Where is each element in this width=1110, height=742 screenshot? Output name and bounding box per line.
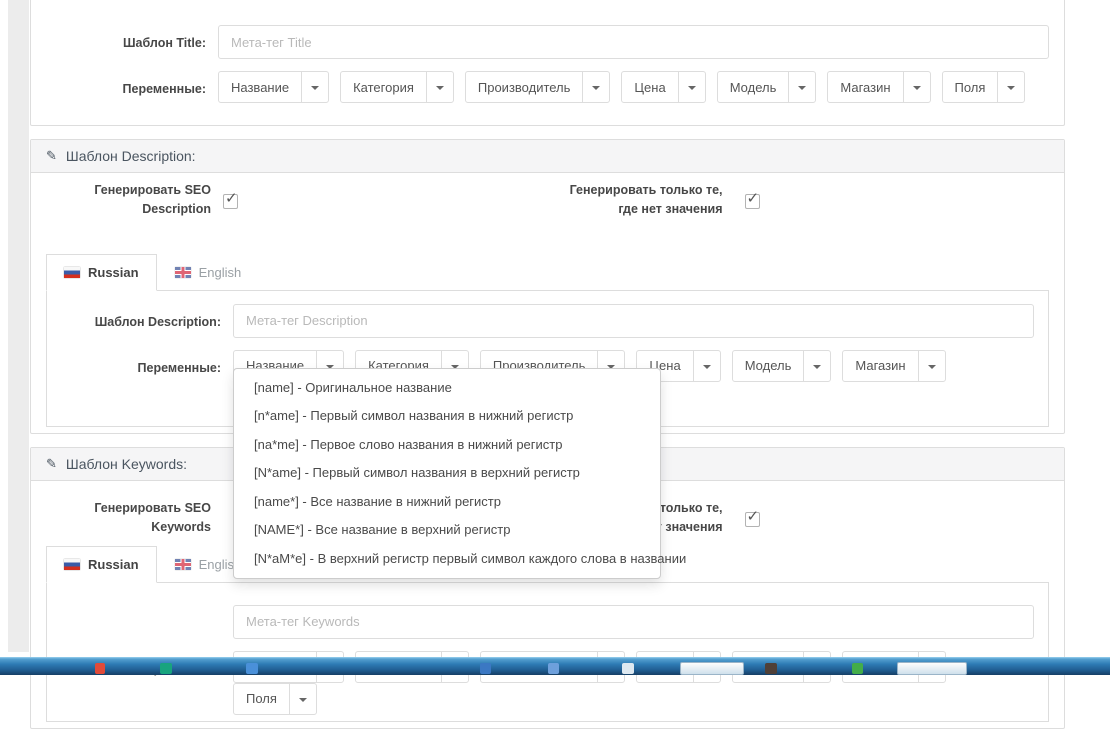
caret-down-icon [798, 86, 806, 90]
russia-flag-icon [64, 559, 80, 570]
caret-down-icon [299, 698, 307, 702]
caret-down-icon [913, 86, 921, 90]
page-left-gutter [8, 0, 29, 652]
variable-button[interactable]: Магазин [842, 350, 918, 382]
variable-button[interactable]: Категория [340, 71, 427, 103]
taskbar-icon[interactable] [765, 663, 777, 674]
dropdown-item[interactable]: [NAME*] - Все название в верхний регистр [234, 516, 660, 544]
description-variables-label: Переменные: [61, 350, 221, 414]
caret-down-icon [813, 365, 821, 369]
variable-dropdown-toggle[interactable] [693, 350, 721, 382]
variable-button[interactable]: Модель [732, 350, 805, 382]
caret-down-icon [592, 86, 600, 90]
description-template-input[interactable] [233, 304, 1034, 338]
name-variable-dropdown-menu: [name] - Оригинальное название [n*ame] -… [233, 368, 661, 579]
title-template-panel: Шаблон Title: Переменные: Название [30, 0, 1065, 126]
checkmark-icon: ✓ [225, 189, 238, 207]
tab-russian[interactable]: Russian [46, 546, 157, 583]
taskbar-icon[interactable] [622, 663, 634, 674]
variable-button-group: Магазин [842, 350, 945, 382]
checkmark-icon: ✓ [747, 189, 760, 207]
dropdown-item[interactable]: [name*] - Все название в нижний регистр [234, 488, 660, 516]
caret-down-icon [703, 365, 711, 369]
tab-english[interactable]: English [157, 254, 260, 291]
keywords-panel-title: Шаблон Keywords: [66, 456, 187, 472]
generate-only-empty-description-label: Генерировать только те, где нет значения [548, 181, 723, 220]
title-variables-row: Название Категория Производитель [218, 71, 1049, 103]
russia-flag-icon [64, 267, 80, 278]
variable-button[interactable]: Производитель [465, 71, 584, 103]
keywords-template-label-spacer [61, 605, 221, 639]
taskbar-icon[interactable] [548, 663, 559, 674]
caret-down-icon [436, 86, 444, 90]
variable-button-group: Поля [233, 683, 317, 715]
variable-button-group: Модель [717, 71, 817, 103]
dropdown-item[interactable]: [name] - Оригинальное название [234, 374, 660, 402]
variable-dropdown-toggle[interactable] [903, 71, 931, 103]
caret-down-icon [1007, 86, 1015, 90]
variable-button[interactable]: Поля [233, 683, 290, 715]
variable-dropdown-toggle[interactable] [301, 71, 329, 103]
variable-button[interactable]: Цена [621, 71, 678, 103]
caret-down-icon [688, 86, 696, 90]
keywords-tab-content: Переменные: Название Категория [46, 582, 1049, 722]
taskbar-icon[interactable] [95, 663, 105, 674]
generate-only-empty-description-checkbox[interactable]: ✓ [745, 194, 760, 209]
variable-button-group: Категория [340, 71, 454, 103]
variable-button-group: Модель [732, 350, 832, 382]
taskbar-icon[interactable] [852, 663, 863, 674]
taskbar-window-button[interactable] [897, 662, 967, 675]
variable-dropdown-toggle[interactable] [803, 350, 831, 382]
variable-button-group: Поля [942, 71, 1026, 103]
title-variables-label: Переменные: [46, 71, 206, 103]
variable-dropdown-toggle[interactable] [918, 350, 946, 382]
dropdown-item[interactable]: [N*ame] - Первый символ названия в верхн… [234, 459, 660, 487]
variable-button-group: Название [218, 71, 329, 103]
description-template-label: Шаблон Description: [61, 304, 221, 338]
uk-flag-icon [175, 559, 191, 570]
uk-flag-icon [175, 267, 191, 278]
variable-button[interactable]: Модель [717, 71, 790, 103]
variable-button-group: Цена [621, 71, 705, 103]
variable-dropdown-toggle[interactable] [289, 683, 317, 715]
tab-russian[interactable]: Russian [46, 254, 157, 291]
variable-dropdown-toggle[interactable] [426, 71, 454, 103]
taskbar-window-button[interactable] [680, 662, 744, 675]
windows-taskbar [0, 657, 1110, 675]
dropdown-item[interactable]: [na*me] - Первое слово названия в нижний… [234, 431, 660, 459]
pencil-icon: ✎ [46, 148, 57, 164]
taskbar-icon[interactable] [160, 663, 172, 674]
pencil-icon: ✎ [46, 456, 57, 472]
caret-down-icon [928, 365, 936, 369]
variable-dropdown-toggle[interactable] [997, 71, 1025, 103]
variable-button[interactable]: Название [218, 71, 302, 103]
variable-button-group: Производитель [465, 71, 611, 103]
variable-dropdown-toggle[interactable] [788, 71, 816, 103]
description-language-tabs: Russian English [46, 254, 1049, 290]
variable-button[interactable]: Поля [942, 71, 999, 103]
variable-dropdown-toggle[interactable] [582, 71, 610, 103]
checkmark-icon: ✓ [747, 507, 760, 525]
taskbar-icon[interactable] [246, 663, 258, 674]
title-template-input[interactable] [218, 25, 1049, 59]
title-template-label: Шаблон Title: [46, 25, 206, 59]
generate-only-empty-keywords-checkbox[interactable]: ✓ [745, 512, 760, 527]
variable-button-group: Магазин [827, 71, 930, 103]
dropdown-item[interactable]: [n*ame] - Первый символ названия в нижни… [234, 402, 660, 430]
generate-seo-keywords-label: Генерировать SEO Keywords [46, 499, 211, 538]
keywords-template-input[interactable] [233, 605, 1034, 639]
description-panel-heading: ✎ Шаблон Description: [31, 140, 1064, 173]
caret-down-icon [311, 86, 319, 90]
dropdown-item[interactable]: [N*aM*e] - В верхний регистр первый симв… [234, 545, 660, 573]
variable-button[interactable]: Магазин [827, 71, 903, 103]
taskbar-icon[interactable] [480, 663, 491, 674]
variable-dropdown-toggle[interactable] [678, 71, 706, 103]
generate-seo-description-label: Генерировать SEO Description [46, 181, 211, 220]
description-panel-title: Шаблон Description: [66, 148, 196, 164]
generate-seo-description-checkbox[interactable]: ✓ [223, 194, 238, 209]
